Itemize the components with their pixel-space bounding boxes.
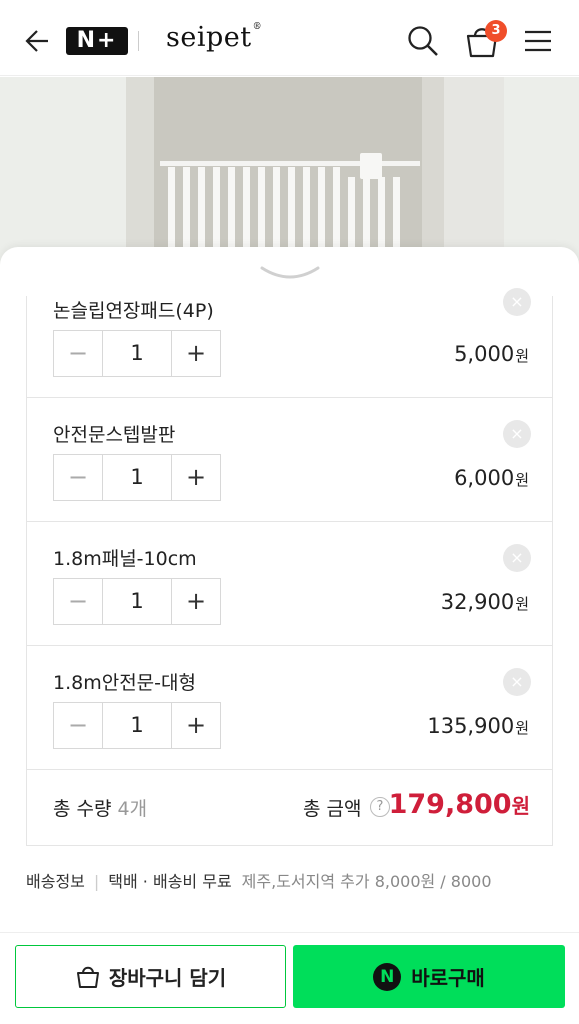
add-to-cart-label: 장바구니 담기 — [108, 966, 227, 990]
hamburger-menu-icon[interactable] — [522, 26, 554, 56]
quantity-value[interactable]: 1 — [102, 703, 172, 748]
add-to-cart-button[interactable]: 장바구니 담기 — [15, 945, 286, 1008]
buy-now-label: 바로구매 — [411, 966, 485, 990]
remove-option-button[interactable]: × — [503, 544, 531, 572]
shopping-bag-icon — [76, 966, 99, 988]
total-amount-label: 총 금액 — [303, 798, 362, 820]
naver-plus-badge[interactable]: N+ — [66, 27, 128, 55]
top-header: N+ seipet® 3 — [0, 0, 579, 76]
bottom-divider — [0, 932, 579, 933]
option-price: 135,900원 — [427, 714, 529, 738]
remove-option-button[interactable]: × — [503, 420, 531, 448]
naver-pay-icon: N — [373, 962, 402, 991]
increase-button[interactable]: + — [172, 455, 220, 500]
quantity-value[interactable]: 1 — [102, 579, 172, 624]
quantity-stepper: − 1 + — [53, 330, 221, 377]
decrease-button[interactable]: − — [54, 455, 102, 500]
selected-options-list: 논슬립연장패드(4P) × − 1 + 5,000원 안전문스텝발판 × − 1… — [26, 288, 553, 846]
brand-name[interactable]: seipet® — [166, 22, 262, 53]
option-name: 논슬립연장패드(4P) — [53, 300, 214, 322]
option-row: 1.8m안전문-대형 × − 1 + 135,900원 — [27, 646, 552, 770]
option-name: 안전문스텝발판 — [53, 424, 176, 446]
remove-option-button[interactable]: × — [503, 668, 531, 696]
option-price: 5,000원 — [454, 342, 529, 366]
back-arrow-icon[interactable] — [20, 26, 50, 56]
cart-count-badge: 3 — [485, 20, 507, 42]
increase-button[interactable]: + — [172, 579, 220, 624]
shipping-extra-fee: 제주,도서지역 추가 8,000원 / 8000 — [241, 872, 492, 891]
shipping-label: 배송정보 — [26, 872, 85, 891]
quantity-stepper: − 1 + — [53, 454, 221, 501]
decrease-button[interactable]: − — [54, 703, 102, 748]
option-name: 1.8m안전문-대형 — [53, 672, 196, 694]
remove-option-button[interactable]: × — [503, 288, 531, 316]
header-divider — [138, 31, 139, 51]
total-amount: 179,800원 — [388, 789, 530, 820]
increase-button[interactable]: + — [172, 331, 220, 376]
option-price: 32,900원 — [440, 590, 529, 614]
option-row: 안전문스텝발판 × − 1 + 6,000원 — [27, 398, 552, 522]
increase-button[interactable]: + — [172, 703, 220, 748]
search-icon[interactable] — [406, 24, 440, 58]
help-icon[interactable]: ? — [370, 797, 390, 817]
option-row: 논슬립연장패드(4P) × − 1 + 5,000원 — [27, 274, 552, 398]
quantity-value[interactable]: 1 — [102, 455, 172, 500]
option-row: 1.8m패널-10cm × − 1 + 32,900원 — [27, 522, 552, 646]
total-quantity: 총 수량 4개 — [53, 798, 148, 820]
option-name: 1.8m패널-10cm — [53, 548, 197, 570]
order-total-row: 총 수량 4개 총 금액 ? 179,800원 — [27, 770, 552, 846]
shipping-divider: | — [93, 872, 100, 891]
shipping-type: 택배 · 배송비 무료 — [108, 872, 232, 891]
decrease-button[interactable]: − — [54, 579, 102, 624]
option-price: 6,000원 — [454, 466, 529, 490]
quantity-value[interactable]: 1 — [102, 331, 172, 376]
decrease-button[interactable]: − — [54, 331, 102, 376]
shipping-info: 배송정보 | 택배 · 배송비 무료 제주,도서지역 추가 8,000원 / 8000 — [26, 868, 492, 892]
quantity-stepper: − 1 + — [53, 578, 221, 625]
buy-now-button[interactable]: N 바로구매 — [293, 945, 565, 1008]
quantity-stepper: − 1 + — [53, 702, 221, 749]
